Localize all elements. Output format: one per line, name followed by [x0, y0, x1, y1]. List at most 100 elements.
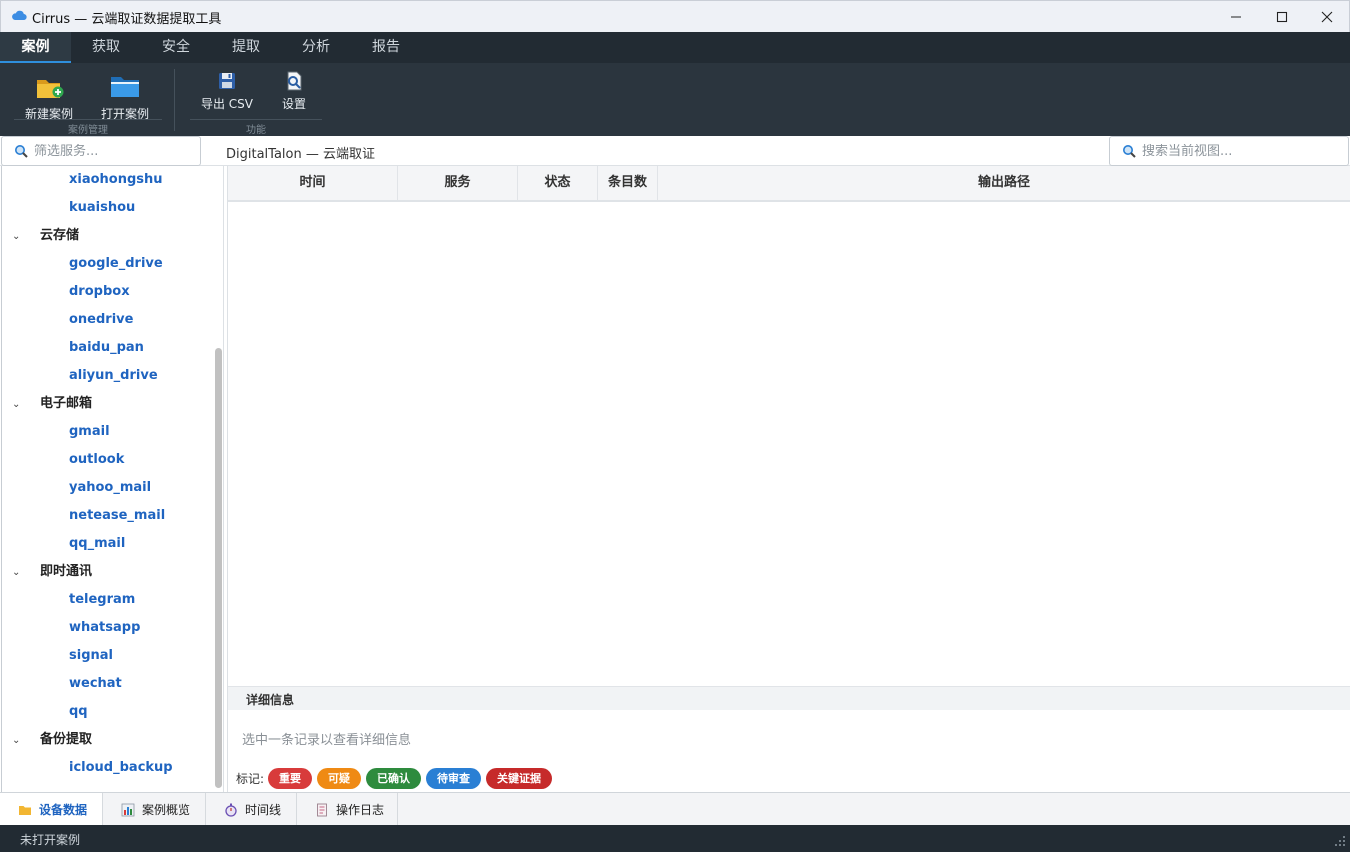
column-status[interactable]: 状态 [518, 166, 598, 200]
chevron-down-icon: ⌄ [12, 567, 21, 578]
close-icon [1321, 11, 1333, 22]
column-service[interactable]: 服务 [398, 166, 518, 200]
search-icon [1123, 145, 1136, 158]
service-filter-input[interactable] [34, 143, 184, 159]
settings-button[interactable]: 设置 [268, 71, 320, 112]
tree-item-qq[interactable]: qq [69, 698, 88, 726]
tree-item-whatsapp[interactable]: whatsapp [69, 614, 140, 642]
tag-important[interactable]: 重要 [268, 767, 313, 789]
tab-report[interactable]: 报告 [351, 32, 421, 63]
tree-item-aliyun-drive[interactable]: aliyun_drive [69, 362, 158, 390]
cloud-icon [12, 10, 27, 21]
settings-label: 设置 [281, 97, 306, 111]
service-tree: xiaohongshu kuaishou ⌄ 云存储 google_drive d… [1, 166, 224, 792]
group-divider [190, 119, 322, 120]
chevron-down-icon: ⌄ [12, 735, 21, 746]
category-label: 云存储 [40, 228, 80, 243]
tree-item-netease-mail[interactable]: netease_mail [69, 502, 165, 530]
export-csv-label: 导出 CSV [200, 97, 254, 111]
bottom-tab-bar: 设备数据 案例概览 时间线 操作日志 [0, 792, 1350, 826]
tab-timeline[interactable]: 时间线 [206, 793, 297, 826]
status-bar: 未打开案例 [0, 825, 1350, 852]
new-case-button[interactable]: 新建案例 [22, 71, 76, 122]
column-count[interactable]: 条目数 [598, 166, 658, 200]
tag-pending-review[interactable]: 待审查 [426, 767, 482, 789]
tab-analyze[interactable]: 分析 [281, 32, 351, 63]
category-label: 备份提取 [40, 732, 93, 747]
open-case-button[interactable]: 打开案例 [98, 71, 152, 122]
maximize-button[interactable] [1259, 1, 1305, 32]
tree-item-qq-mail[interactable]: qq_mail [69, 530, 125, 558]
detail-placeholder: 选中一条记录以查看详细信息 [242, 733, 412, 748]
view-search-input[interactable] [1142, 143, 1292, 159]
ribbon-tab-bar: 案例 获取 安全 提取 分析 报告 [0, 32, 1350, 63]
category-label: 即时通讯 [40, 564, 93, 579]
table-header: 时间 服务 状态 条目数 输出路径 [228, 166, 1350, 202]
log-icon [317, 803, 327, 816]
chevron-down-icon: ⌄ [12, 399, 21, 410]
tab-operation-log[interactable]: 操作日志 [297, 793, 398, 826]
new-folder-icon [37, 80, 64, 98]
open-folder-icon [111, 77, 139, 97]
tree-item-dropbox[interactable]: dropbox [69, 278, 130, 306]
view-search-box [1109, 136, 1349, 166]
column-output-path[interactable]: 输出路径 [658, 166, 1350, 200]
export-csv-button[interactable]: 导出 CSV [200, 71, 254, 112]
close-button[interactable] [1304, 1, 1350, 32]
tab-label: 操作日志 [336, 803, 385, 817]
window-title: Cirrus — 云端取证数据提取工具 [32, 12, 222, 27]
tag-confirmed[interactable]: 已确认 [366, 767, 422, 789]
filter-bar: DigitalTalon — 云端取证 [0, 136, 1350, 166]
tree-item-wechat[interactable]: wechat [69, 670, 122, 698]
tree-scrollbar[interactable] [215, 348, 222, 788]
tab-label: 设备数据 [39, 803, 88, 817]
chevron-down-icon: ⌄ [12, 231, 21, 242]
group-divider [14, 119, 162, 120]
tag-key-evidence[interactable]: 关键证据 [486, 767, 553, 789]
tree-category-cloud-storage[interactable]: ⌄ 云存储 [12, 222, 79, 250]
tab-security[interactable]: 安全 [141, 32, 211, 63]
tree-item-yahoo-mail[interactable]: yahoo_mail [69, 474, 151, 502]
group-separator [174, 69, 175, 131]
tab-case[interactable]: 案例 [0, 32, 71, 63]
breadcrumb: DigitalTalon — 云端取证 [226, 147, 375, 162]
tree-item-gmail[interactable]: gmail [69, 418, 110, 446]
tab-extract[interactable]: 提取 [211, 32, 281, 63]
tree-item-icloud-backup[interactable]: icloud_backup [69, 754, 173, 782]
tree-item-telegram[interactable]: telegram [69, 586, 135, 614]
tree-category-email[interactable]: ⌄ 电子邮箱 [12, 390, 92, 418]
tree-item-kuaishou[interactable]: kuaishou [69, 194, 135, 222]
tree-item-signal[interactable]: signal [69, 642, 113, 670]
detail-pane: 详细信息 选中一条记录以查看详细信息 标记: 重要 可疑 已确认 待审查 关键证… [227, 686, 1350, 792]
save-icon [219, 73, 235, 89]
tree-category-backup[interactable]: ⌄ 备份提取 [12, 726, 92, 754]
column-time[interactable]: 时间 [228, 166, 398, 200]
records-table: 时间 服务 状态 条目数 输出路径 [227, 166, 1350, 686]
detail-title: 详细信息 [246, 693, 295, 707]
maximize-icon [1276, 11, 1288, 22]
tag-suspicious[interactable]: 可疑 [317, 767, 362, 789]
tab-device-data[interactable]: 设备数据 [0, 793, 103, 826]
service-filter-box [1, 136, 201, 166]
tab-case-overview[interactable]: 案例概览 [103, 793, 206, 826]
minimize-icon [1231, 16, 1241, 17]
group-label-func: 功能 [246, 125, 266, 136]
resize-grip-icon[interactable] [1332, 833, 1346, 847]
tree-item-google-drive[interactable]: google_drive [69, 250, 163, 278]
tree-item-onedrive[interactable]: onedrive [69, 306, 133, 334]
tab-acquire[interactable]: 获取 [71, 32, 141, 63]
stopwatch-icon [225, 803, 237, 817]
detail-header: 详细信息 [228, 686, 1350, 710]
category-label: 电子邮箱 [40, 396, 93, 411]
group-label-case: 案例管理 [68, 125, 108, 136]
minimize-button[interactable] [1213, 1, 1259, 32]
tags-label: 标记: [236, 771, 265, 786]
tab-label: 案例概览 [142, 803, 191, 817]
tree-category-messaging[interactable]: ⌄ 即时通讯 [12, 558, 92, 586]
tree-item-outlook[interactable]: outlook [69, 446, 124, 474]
status-text: 未打开案例 [20, 833, 81, 847]
title-bar: Cirrus — 云端取证数据提取工具 [0, 0, 1350, 32]
tree-item-xiaohongshu[interactable]: xiaohongshu [69, 166, 163, 194]
ribbon-panel: 新建案例 打开案例 案例管理 导出 CSV 设置 功能 [0, 63, 1350, 136]
tree-item-baidu-pan[interactable]: baidu_pan [69, 334, 144, 362]
